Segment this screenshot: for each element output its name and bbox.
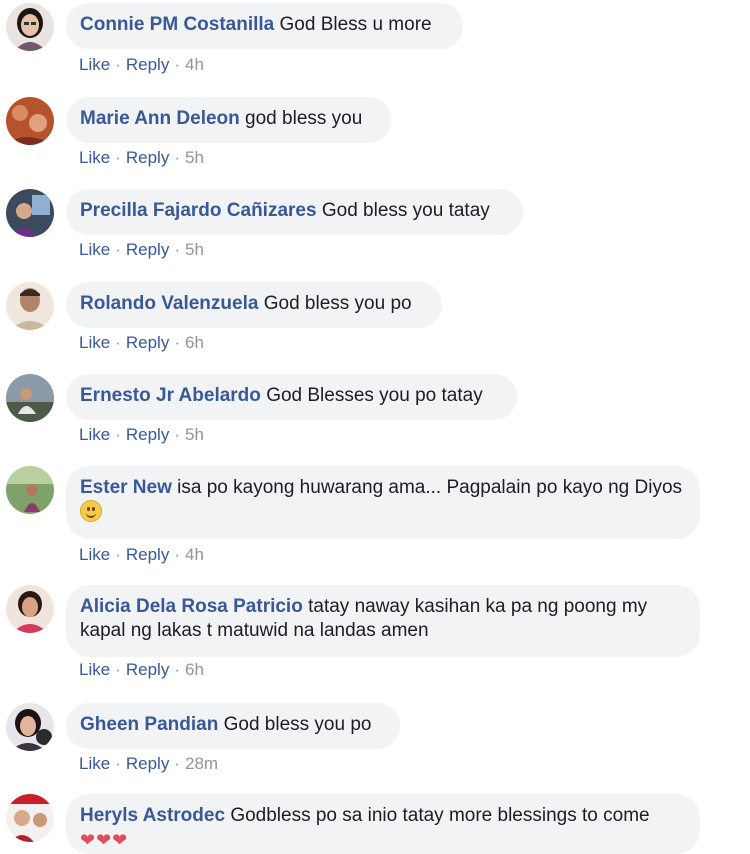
separator: ·: [174, 333, 180, 352]
comment-bubble: Heryls Astrodec Godbless po sa inio tata…: [66, 794, 700, 854]
like-link[interactable]: Like: [79, 333, 110, 352]
separator: ·: [174, 55, 180, 74]
separator: ·: [115, 240, 121, 259]
comment-text: God bless you tatay: [321, 200, 490, 221]
smile-emoji-icon: [80, 500, 102, 522]
like-link[interactable]: Like: [79, 148, 110, 167]
avatar[interactable]: [6, 189, 54, 237]
reply-link[interactable]: Reply: [126, 148, 169, 167]
comment-actions: Like · Reply · 4h: [79, 55, 204, 75]
avatar[interactable]: [6, 3, 54, 51]
comment-timestamp[interactable]: 6h: [185, 660, 204, 679]
separator: ·: [174, 240, 180, 259]
comment-timestamp[interactable]: 5h: [185, 425, 204, 444]
reply-link[interactable]: Reply: [126, 754, 169, 773]
comment-author[interactable]: Marie Ann Deleon: [80, 108, 240, 129]
comment-timestamp[interactable]: 4h: [185, 55, 204, 74]
reply-link[interactable]: Reply: [126, 240, 169, 259]
like-link[interactable]: Like: [79, 545, 110, 564]
comment-timestamp[interactable]: 4h: [185, 545, 204, 564]
heart-emoji-icon: ❤❤❤: [80, 830, 129, 850]
like-link[interactable]: Like: [79, 55, 110, 74]
comment-actions: Like · Reply · 5h: [79, 425, 204, 445]
comment-actions: Like · Reply · 4h: [79, 545, 204, 565]
comment-bubble: Precilla Fajardo Cañizares God bless you…: [66, 189, 523, 235]
reply-link[interactable]: Reply: [126, 425, 169, 444]
separator: ·: [174, 545, 180, 564]
comment-actions: Like · Reply · 28m: [79, 754, 218, 774]
comment-actions: Like · Reply · 6h: [79, 333, 204, 353]
separator: ·: [115, 55, 121, 74]
comment-text: Godbless po sa inio tatay more blessings…: [230, 805, 650, 826]
reply-link[interactable]: Reply: [126, 55, 169, 74]
comment-bubble: Marie Ann Deleon god bless you: [66, 97, 391, 143]
comment-bubble: Gheen Pandian God bless you po: [66, 703, 400, 749]
comment-text: God bless you po: [263, 293, 412, 314]
avatar[interactable]: [6, 466, 54, 514]
separator: ·: [174, 754, 180, 773]
comment-text: God bless you po: [223, 714, 372, 735]
comment-author[interactable]: Rolando Valenzuela: [80, 293, 258, 314]
comment-timestamp[interactable]: 28m: [185, 754, 218, 773]
comment-actions: Like · Reply · 5h: [79, 148, 204, 168]
comment-actions: Like · Reply · 6h: [79, 660, 204, 680]
reply-link[interactable]: Reply: [126, 333, 169, 352]
separator: ·: [115, 545, 121, 564]
avatar[interactable]: [6, 585, 54, 633]
comment-actions: Like · Reply · 5h: [79, 240, 204, 260]
separator: ·: [115, 148, 121, 167]
avatar[interactable]: [6, 97, 54, 145]
separator: ·: [115, 754, 121, 773]
avatar[interactable]: [6, 374, 54, 422]
comment-author[interactable]: Connie PM Costanilla: [80, 14, 274, 35]
separator: ·: [174, 425, 180, 444]
like-link[interactable]: Like: [79, 240, 110, 259]
comment-text: God Bless u more: [279, 14, 432, 35]
like-link[interactable]: Like: [79, 425, 110, 444]
comment-text: God Blesses you po tatay: [266, 385, 483, 406]
comment-bubble: Rolando Valenzuela God bless you po: [66, 282, 442, 328]
comment-author[interactable]: Alicia Dela Rosa Patricio: [80, 596, 303, 617]
reply-link[interactable]: Reply: [126, 545, 169, 564]
comment-author[interactable]: Heryls Astrodec: [80, 805, 225, 826]
separator: ·: [115, 425, 121, 444]
comment-timestamp[interactable]: 6h: [185, 333, 204, 352]
like-link[interactable]: Like: [79, 660, 110, 679]
avatar[interactable]: [6, 703, 54, 751]
comment-bubble: Connie PM Costanilla God Bless u more: [66, 3, 463, 49]
avatar[interactable]: [6, 282, 54, 330]
comment-text: isa po kayong huwarang ama... Pagpalain …: [177, 477, 683, 498]
comment-bubble: Ester New isa po kayong huwarang ama... …: [66, 466, 700, 539]
comment-author[interactable]: Ester New: [80, 477, 172, 498]
separator: ·: [174, 148, 180, 167]
comment-author[interactable]: Precilla Fajardo Cañizares: [80, 200, 317, 221]
comment-text: god bless you: [245, 108, 363, 129]
reply-link[interactable]: Reply: [126, 660, 169, 679]
comment-bubble: Alicia Dela Rosa Patricio tatay naway ka…: [66, 585, 700, 657]
comment-author[interactable]: Gheen Pandian: [80, 714, 218, 735]
separator: ·: [115, 333, 121, 352]
separator: ·: [115, 660, 121, 679]
like-link[interactable]: Like: [79, 754, 110, 773]
avatar[interactable]: [6, 794, 54, 842]
separator: ·: [174, 660, 180, 679]
comment-timestamp[interactable]: 5h: [185, 240, 204, 259]
comment-bubble: Ernesto Jr Abelardo God Blesses you po t…: [66, 374, 517, 420]
comment-author[interactable]: Ernesto Jr Abelardo: [80, 385, 261, 406]
comment-timestamp[interactable]: 5h: [185, 148, 204, 167]
